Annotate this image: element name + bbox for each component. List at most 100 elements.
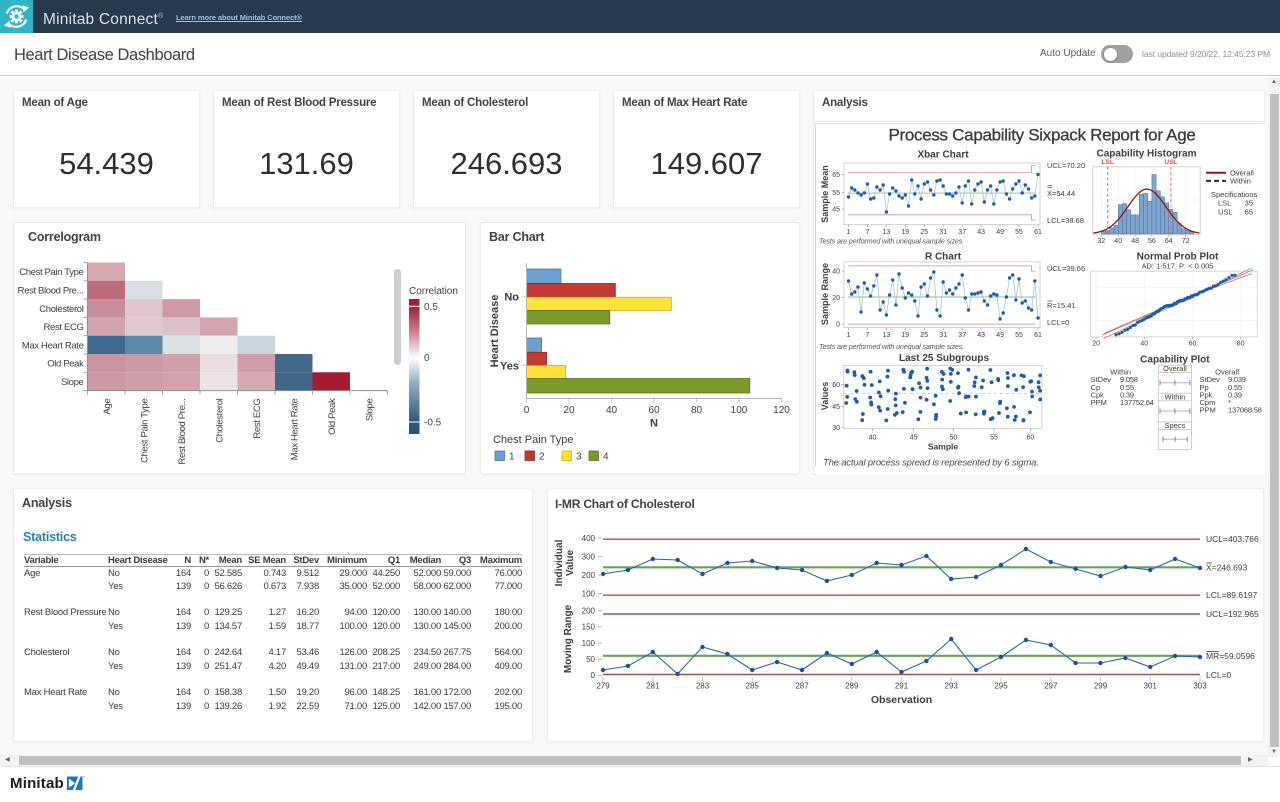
svg-text:Rest Blood Pre...: Rest Blood Pre... bbox=[18, 286, 84, 297]
svg-text:49: 49 bbox=[996, 229, 1004, 236]
svg-text:281: 281 bbox=[646, 682, 660, 691]
svg-text:60: 60 bbox=[1027, 435, 1035, 442]
svg-text:37: 37 bbox=[958, 332, 966, 339]
svg-text:43: 43 bbox=[977, 332, 985, 339]
svg-text:-0.5: -0.5 bbox=[424, 418, 442, 429]
svg-text:56: 56 bbox=[1148, 238, 1156, 245]
svg-text:7: 7 bbox=[865, 332, 869, 339]
svg-text:45: 45 bbox=[832, 206, 840, 213]
svg-text:0.5: 0.5 bbox=[424, 302, 438, 313]
svg-text:UCL=192.965: UCL=192.965 bbox=[1206, 609, 1259, 619]
svg-text:Slope: Slope bbox=[61, 377, 84, 388]
svg-text:Moving Range: Moving Range bbox=[563, 604, 574, 673]
svg-text:Specs: Specs bbox=[1164, 421, 1185, 430]
svg-text:USL: USL bbox=[1164, 159, 1177, 166]
svg-text:4: 4 bbox=[603, 452, 609, 463]
svg-text:31: 31 bbox=[939, 229, 947, 236]
svg-text:Chest Pain Type: Chest Pain Type bbox=[493, 434, 574, 446]
svg-text:R Chart: R Chart bbox=[925, 252, 962, 263]
svg-text:40: 40 bbox=[1140, 341, 1148, 348]
svg-text:295: 295 bbox=[994, 682, 1008, 691]
svg-text:LSL: LSL bbox=[1102, 159, 1114, 166]
svg-text:120: 120 bbox=[773, 405, 790, 416]
svg-text:Yes: Yes bbox=[500, 361, 519, 373]
svg-text:X=54.44: X=54.44 bbox=[1047, 189, 1075, 198]
svg-text:289: 289 bbox=[845, 682, 859, 691]
svg-text:80: 80 bbox=[1237, 341, 1245, 348]
svg-text:Sample Mean: Sample Mean bbox=[820, 165, 830, 223]
svg-text:100: 100 bbox=[582, 639, 596, 648]
svg-text:32: 32 bbox=[1098, 238, 1106, 245]
svg-text:Tests are performed with unequ: Tests are performed with unequal sample … bbox=[819, 237, 964, 246]
svg-text:UCL=70.20: UCL=70.20 bbox=[1047, 161, 1085, 170]
svg-text:25: 25 bbox=[920, 332, 928, 339]
svg-text:65: 65 bbox=[832, 172, 840, 179]
svg-text:60: 60 bbox=[832, 382, 840, 389]
svg-text:55: 55 bbox=[832, 190, 840, 197]
svg-text:Individual: Individual bbox=[554, 539, 565, 586]
svg-text:300: 300 bbox=[582, 552, 596, 561]
svg-text:Within: Within bbox=[1230, 177, 1251, 186]
svg-text:137752.64: 137752.64 bbox=[1120, 398, 1154, 407]
svg-text:61: 61 bbox=[1034, 229, 1042, 236]
svg-text:USL: USL bbox=[1218, 208, 1233, 217]
svg-text:Observation: Observation bbox=[871, 694, 932, 706]
svg-text:20: 20 bbox=[832, 295, 840, 302]
svg-text:49: 49 bbox=[996, 332, 1004, 339]
svg-text:50: 50 bbox=[586, 655, 595, 664]
svg-text:Last 25 Subgroups: Last 25 Subgroups bbox=[899, 353, 989, 364]
svg-text:Within: Within bbox=[1164, 392, 1185, 401]
svg-text:13: 13 bbox=[883, 332, 891, 339]
svg-text:Heart Disease: Heart Disease bbox=[489, 295, 501, 368]
svg-text:Process Capability Sixpack Rep: Process Capability Sixpack Report for Ag… bbox=[888, 126, 1195, 145]
svg-text:301: 301 bbox=[1144, 682, 1158, 691]
svg-text:Tests are performed with unequ: Tests are performed with unequal sample … bbox=[819, 342, 964, 351]
svg-text:37: 37 bbox=[958, 229, 966, 236]
svg-text:30: 30 bbox=[832, 425, 840, 432]
svg-text:279: 279 bbox=[596, 682, 610, 691]
svg-text:200: 200 bbox=[582, 606, 596, 615]
svg-text:40: 40 bbox=[1114, 238, 1122, 245]
svg-text:The actual process spread is r: The actual process spread is represented… bbox=[823, 458, 1039, 469]
svg-text:287: 287 bbox=[795, 682, 809, 691]
svg-text:UCL=403.766: UCL=403.766 bbox=[1206, 534, 1259, 544]
svg-text:X=246.693: X=246.693 bbox=[1206, 562, 1248, 572]
svg-text:Rest ECG: Rest ECG bbox=[44, 322, 84, 333]
svg-text:19: 19 bbox=[901, 332, 909, 339]
svg-text:Overall: Overall bbox=[1163, 364, 1187, 373]
svg-text:Values: Values bbox=[820, 382, 830, 411]
svg-text:Chest Pain Type: Chest Pain Type bbox=[19, 267, 83, 278]
svg-text:31: 31 bbox=[939, 332, 947, 339]
svg-text:55: 55 bbox=[1015, 229, 1023, 236]
svg-text:0: 0 bbox=[836, 322, 840, 329]
svg-text:61: 61 bbox=[1034, 332, 1042, 339]
svg-text:3: 3 bbox=[576, 452, 582, 463]
svg-text:LCL=0: LCL=0 bbox=[1206, 670, 1232, 680]
svg-text:PPM: PPM bbox=[1200, 406, 1216, 415]
svg-text:Rest ECG: Rest ECG bbox=[252, 399, 263, 439]
svg-text:Max Heart Rate: Max Heart Rate bbox=[290, 399, 301, 461]
svg-text:PPM: PPM bbox=[1091, 398, 1107, 407]
svg-text:1: 1 bbox=[509, 452, 515, 463]
svg-text:400: 400 bbox=[582, 534, 596, 543]
svg-text:Old Peak: Old Peak bbox=[327, 398, 338, 435]
svg-text:LCL=0: LCL=0 bbox=[1047, 318, 1069, 327]
svg-text:299: 299 bbox=[1094, 682, 1108, 691]
svg-text:Slope: Slope bbox=[365, 399, 376, 422]
svg-text:AD: 1.517, P: < 0.005: AD: 1.517, P: < 0.005 bbox=[1142, 261, 1214, 270]
svg-text:25: 25 bbox=[920, 229, 928, 236]
svg-text:43: 43 bbox=[977, 229, 985, 236]
svg-text:Max Heart Rate: Max Heart Rate bbox=[22, 340, 84, 351]
svg-text:19: 19 bbox=[901, 229, 909, 236]
svg-text:20: 20 bbox=[563, 405, 575, 416]
svg-text:40: 40 bbox=[869, 435, 877, 442]
svg-text:285: 285 bbox=[746, 682, 760, 691]
svg-text:45: 45 bbox=[832, 404, 840, 411]
svg-text:Sample: Sample bbox=[928, 442, 959, 452]
svg-text:Correlation: Correlation bbox=[409, 286, 458, 297]
svg-text:Xbar Chart: Xbar Chart bbox=[917, 150, 969, 161]
svg-text:MR=59.0596: MR=59.0596 bbox=[1206, 651, 1255, 661]
svg-text:7: 7 bbox=[865, 229, 869, 236]
svg-text:2: 2 bbox=[539, 452, 545, 463]
svg-text:55: 55 bbox=[990, 435, 998, 442]
